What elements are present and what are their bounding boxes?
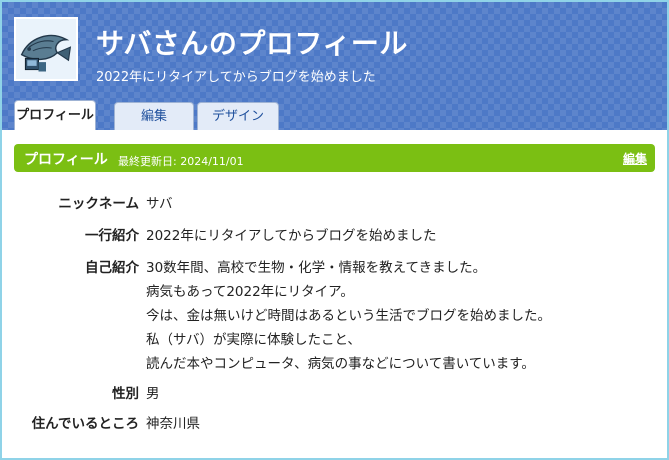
edit-link[interactable]: 編集 bbox=[623, 150, 647, 167]
tab-edit[interactable]: 編集 bbox=[114, 102, 194, 130]
bio-label: 自己紹介 bbox=[85, 260, 139, 276]
page-subtitle: 2022年にリタイアしてからブログを始めました bbox=[96, 70, 376, 85]
gender-value: 男 bbox=[146, 386, 160, 402]
nickname-label: ニックネーム bbox=[58, 196, 139, 212]
page-title: サバさんのプロフィール bbox=[96, 28, 408, 59]
profile-section-header: プロフィール 最終更新日: 2024/11/01 編集 bbox=[14, 144, 655, 172]
bio-line: 30数年間、高校で生物・化学・情報を教えてきました。 bbox=[146, 260, 487, 276]
bio-line: 私（サバ）が実際に体験したこと、 bbox=[146, 332, 361, 348]
intro-label: 一行紹介 bbox=[85, 228, 139, 244]
gender-label: 性別 bbox=[112, 386, 139, 402]
tab-profile[interactable]: プロフィール bbox=[14, 100, 96, 130]
section-title: プロフィール bbox=[24, 152, 108, 168]
fish-avatar-icon[interactable] bbox=[14, 17, 78, 81]
bio-line: 読んだ本やコンピュータ、病気の事などについて書いています。 bbox=[146, 356, 535, 372]
last-updated-text: 最終更新日: 2024/11/01 bbox=[118, 155, 244, 168]
tab-design[interactable]: デザイン bbox=[197, 102, 279, 130]
intro-value: 2022年にリタイアしてからブログを始めました bbox=[146, 228, 437, 244]
bio-value: 30数年間、高校で生物・化学・情報を教えてきました。 病気もあって2022年にリ… bbox=[146, 258, 551, 378]
bio-line: 病気もあって2022年にリタイア。 bbox=[146, 284, 354, 300]
bio-line: 今は、金は無いけど時間はあるという生活でブログを始めました。 bbox=[146, 308, 551, 324]
residence-label: 住んでいるところ bbox=[31, 416, 139, 432]
residence-value: 神奈川県 bbox=[146, 416, 200, 432]
profile-page-frame: サバさんのプロフィール 2022年にリタイアしてからブログを始めました プロフィ… bbox=[0, 0, 669, 460]
nickname-value: サバ bbox=[146, 196, 173, 212]
page-header: サバさんのプロフィール 2022年にリタイアしてからブログを始めました プロフィ… bbox=[2, 2, 667, 130]
